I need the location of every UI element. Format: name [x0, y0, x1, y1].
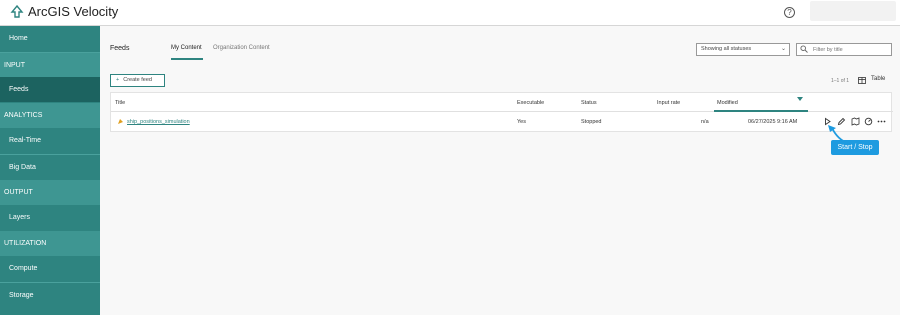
sort-descending-icon[interactable]	[797, 97, 803, 101]
sidebar-section-utilization: UTILIZATION	[0, 231, 100, 256]
sidebar-item-feeds[interactable]: Feeds	[0, 77, 100, 102]
sidebar-item-compute[interactable]: Compute	[0, 256, 100, 281]
chevron-down-icon: ⌄	[780, 46, 786, 52]
column-header-title[interactable]: Title	[115, 100, 125, 106]
page-title: Feeds	[110, 45, 130, 52]
cell-input-rate: n/a	[701, 119, 709, 125]
sidebar-item-label: Layers	[9, 214, 31, 221]
table-view-label: Table	[871, 76, 886, 82]
cell-modified: 06/27/2025 9:16 AM	[748, 119, 798, 125]
column-header-executable[interactable]: Executable	[517, 100, 544, 106]
tab-organization-content[interactable]: Organization Content	[213, 45, 270, 51]
sidebar-item-home[interactable]: Home	[0, 26, 100, 51]
top-bar: ArcGIS Velocity ?	[0, 0, 900, 26]
column-header-input-rate[interactable]: Input rate	[657, 100, 680, 106]
active-tab-indicator	[171, 58, 203, 60]
details-icon[interactable]	[864, 117, 873, 126]
tab-my-content[interactable]: My Content	[171, 45, 202, 51]
status-filter-value: Showing all statuses	[701, 46, 752, 52]
sidebar-item-big-data[interactable]: Big Data	[0, 154, 100, 179]
sidebar-item-storage[interactable]: Storage	[0, 282, 100, 307]
pager-count: 1–1 of 1	[831, 78, 850, 84]
user-menu[interactable]	[810, 1, 896, 21]
sidebar-section-input: INPUT	[0, 52, 100, 77]
plus-icon: +	[116, 77, 120, 83]
filter-by-title-input[interactable]	[796, 43, 892, 56]
sorted-column-indicator	[714, 110, 808, 112]
sidebar-item-label: Storage	[9, 292, 34, 299]
app-title: ArcGIS Velocity	[28, 4, 119, 19]
sidebar-item-label: Big Data	[9, 164, 36, 171]
sidebar-item-label: Feeds	[9, 86, 29, 93]
sidebar-item-label: Real-Time	[9, 137, 42, 144]
column-header-status[interactable]: Status	[581, 100, 597, 106]
sidebar-section-label: ANALYTICS	[4, 112, 43, 119]
column-header-modified[interactable]: Modified	[717, 100, 738, 106]
create-feed-button[interactable]: + Create feed	[110, 74, 165, 87]
sidebar-section-analytics: ANALYTICS	[0, 103, 100, 128]
create-feed-label: Create feed	[123, 77, 152, 83]
feed-type-icon	[118, 119, 123, 124]
sidebar-item-label: Home	[9, 35, 28, 42]
status-filter-select[interactable]: Showing all statuses ⌄	[696, 43, 790, 56]
sidebar-item-real-time[interactable]: Real-Time	[0, 128, 100, 153]
table-view-toggle[interactable]: Table	[858, 76, 898, 86]
cell-executable: Yes	[517, 119, 526, 125]
feed-title-link[interactable]: ship_positions_simulation	[127, 119, 190, 125]
search-icon	[800, 45, 808, 53]
sidebar-section-label: OUTPUT	[4, 189, 33, 196]
sidebar-item-label: Compute	[9, 265, 38, 272]
main-content: Feeds My Content Organization Content Sh…	[100, 26, 900, 315]
feeds-table: Title Executable Status Input rate Modif…	[110, 92, 893, 132]
table-icon	[858, 77, 866, 84]
cell-status: Stopped	[581, 119, 602, 125]
sidebar-section-label: INPUT	[4, 62, 25, 69]
start-stop-callout: Start / Stop	[831, 140, 879, 155]
sidebar-item-layers[interactable]: Layers	[0, 205, 100, 230]
velocity-logo-icon	[10, 5, 24, 18]
sidebar: Home INPUT Feeds ANALYTICS Real-Time Big…	[0, 26, 100, 315]
sidebar-section-label: UTILIZATION	[4, 240, 47, 247]
more-ellipsis-icon[interactable]	[877, 117, 886, 126]
sidebar-section-output: OUTPUT	[0, 180, 100, 205]
question-circle-icon[interactable]: ?	[784, 7, 795, 18]
